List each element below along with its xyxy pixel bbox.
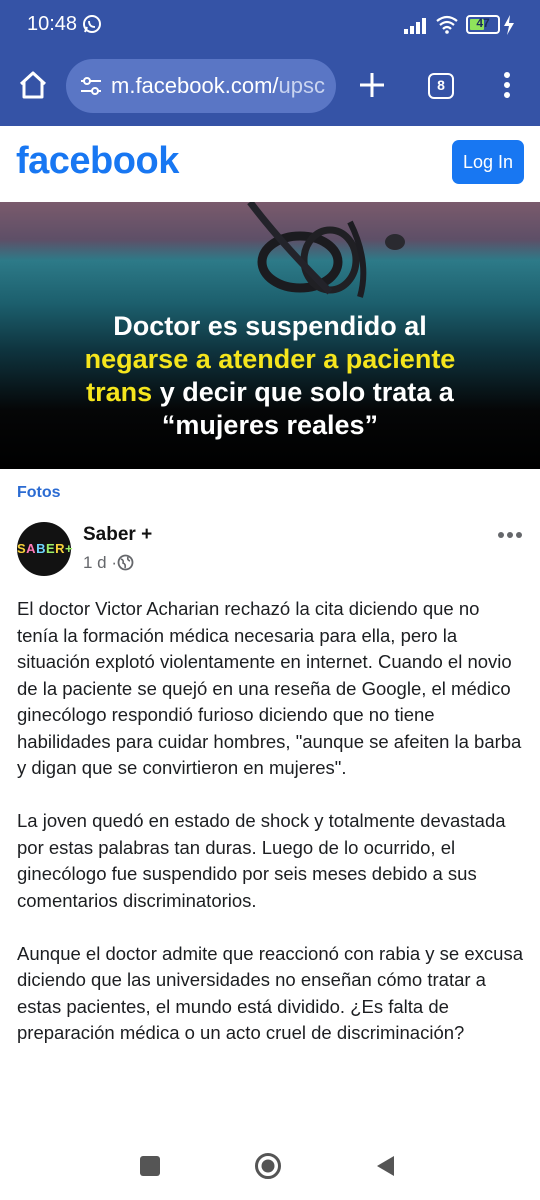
post-photo[interactable]: Doctor es suspendido al negarse a atende… <box>0 202 540 469</box>
more-options-icon[interactable] <box>497 528 523 542</box>
login-button[interactable]: Log In <box>452 140 524 184</box>
headline-highlight1: negarse a atender a paciente <box>84 344 456 374</box>
wifi-icon <box>436 15 458 34</box>
nav-home-icon[interactable] <box>254 1152 282 1180</box>
signal-icon <box>404 18 426 34</box>
photo-headline: Doctor es suspendido al negarse a atende… <box>20 310 520 442</box>
post-timestamp[interactable]: 1 d · <box>83 553 117 573</box>
photos-link[interactable]: Fotos <box>17 484 61 502</box>
more-vert-icon[interactable] <box>497 70 517 100</box>
headline-highlight2: trans <box>86 377 153 407</box>
system-nav-bar <box>0 1134 540 1200</box>
author-name[interactable]: Saber + <box>83 524 152 546</box>
tab-switcher-button[interactable]: 8 <box>428 73 454 99</box>
address-bar[interactable]: m.facebook.com/upsc <box>66 59 336 113</box>
avatar[interactable]: SABER+ <box>17 522 73 576</box>
url-host: m.facebook.com/ <box>111 73 279 98</box>
url-text[interactable]: m.facebook.com/upsc <box>111 73 326 99</box>
browser-chrome: 10:48 47 m.facebook.com/upsc 8 <box>0 0 540 126</box>
url-path: upsc <box>278 73 325 98</box>
recents-button[interactable] <box>140 1156 160 1176</box>
battery-level: 47 <box>476 16 490 30</box>
post-paragraph: El doctor Victor Acharian rechazó la cit… <box>17 598 522 778</box>
headline-line1: Doctor es suspendido al <box>113 311 427 341</box>
charging-icon <box>504 15 514 35</box>
headline-line3: y decir que solo trata a <box>152 377 454 407</box>
facebook-logo[interactable]: facebook <box>16 140 179 183</box>
globe-icon <box>117 554 134 571</box>
whatsapp-icon <box>83 15 101 33</box>
post-paragraph: Aunque el doctor admite que reaccionó co… <box>17 942 523 1044</box>
post-paragraph: La joven quedó en estado de shock y tota… <box>17 810 506 911</box>
back-icon[interactable] <box>374 1154 396 1178</box>
site-settings-icon[interactable] <box>80 76 102 96</box>
facebook-header: facebook Log In <box>0 126 540 202</box>
status-bar: 10:48 47 <box>0 0 540 48</box>
status-time: 10:48 <box>27 13 78 35</box>
post-text: El doctor Victor Acharian rechazó la cit… <box>17 596 525 1073</box>
home-icon[interactable] <box>18 70 48 100</box>
battery-icon: 47 <box>466 15 500 34</box>
new-tab-icon[interactable] <box>358 71 386 99</box>
headline-line4: “mujeres reales” <box>161 410 379 440</box>
